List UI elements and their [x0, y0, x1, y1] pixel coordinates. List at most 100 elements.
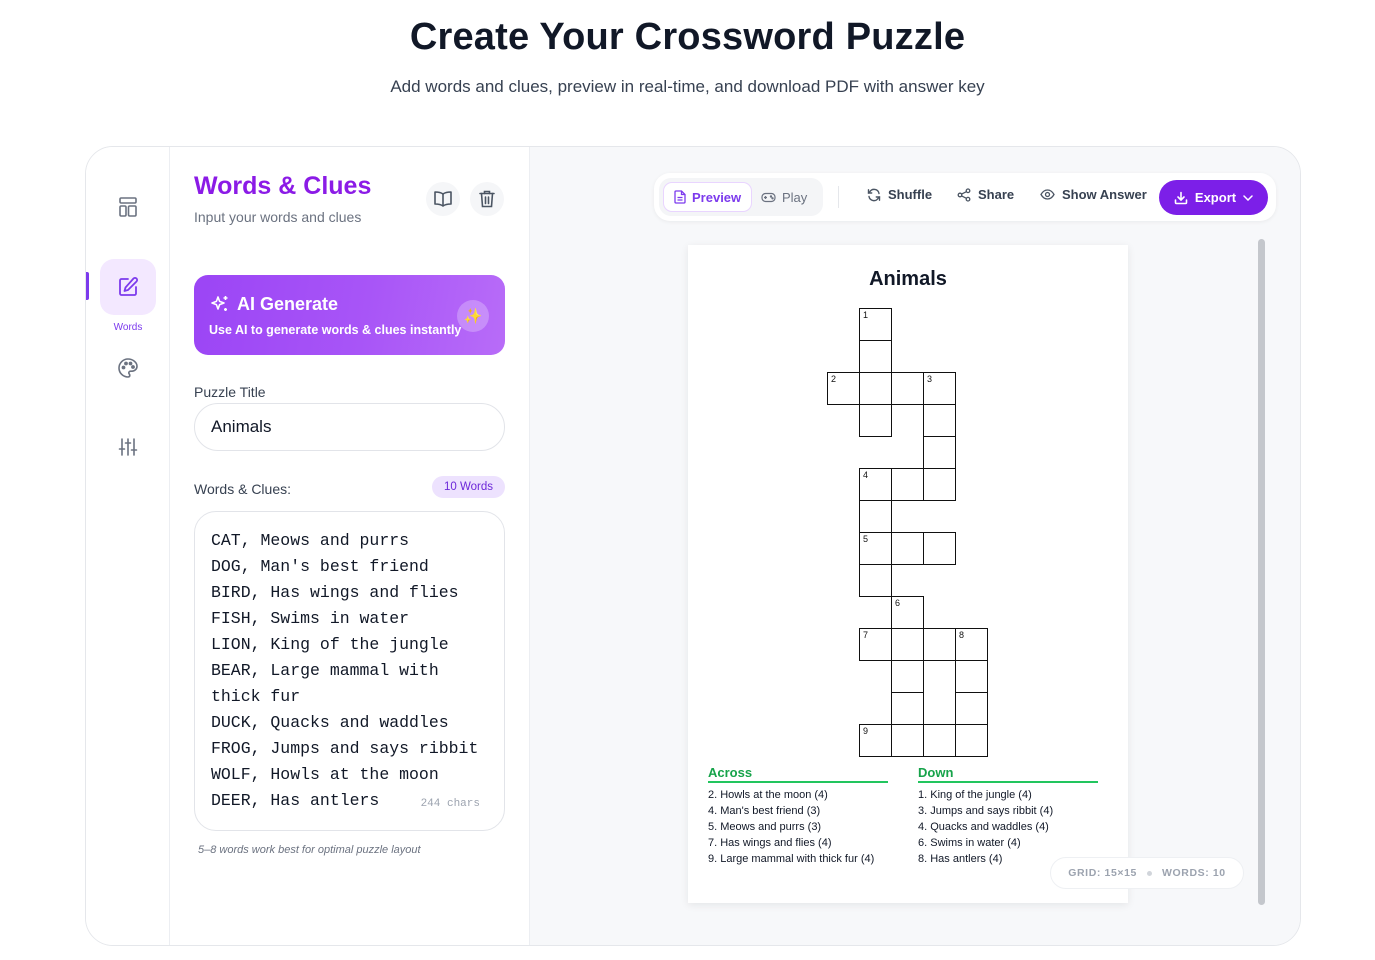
cell-number: 9: [863, 726, 869, 736]
down-clues: Down 1. King of the jungle (4) 3. Jumps a…: [918, 765, 1098, 867]
rail-settings-button[interactable]: [100, 419, 156, 475]
share-label: Share: [978, 187, 1015, 202]
shuffle-label: Shuffle: [888, 187, 933, 202]
preview-scrollbar[interactable]: [1258, 239, 1265, 905]
word-count-badge: 10 Words: [432, 476, 505, 498]
puzzle-title-input[interactable]: [194, 403, 505, 451]
sidebar-rail: Words: [86, 147, 170, 945]
grid-cell: [891, 724, 924, 757]
preview-tab[interactable]: Preview: [663, 182, 753, 212]
cell-number: 6: [895, 598, 901, 608]
play-tab[interactable]: Play: [751, 182, 817, 212]
show-answer-button[interactable]: Show Answer: [1040, 187, 1147, 202]
across-clue: 4. Man's best friend (3): [708, 805, 821, 817]
grid-cell: [923, 628, 956, 661]
view-mode-toggle: Preview Play: [659, 178, 823, 216]
down-clue: 3. Jumps and says ribbit (4): [918, 805, 1054, 817]
word-line: FROG, Jumps and says ribbit: [211, 739, 479, 758]
cell-number: 1: [863, 310, 869, 320]
cell-number: 5: [863, 534, 869, 544]
rail-layout-button[interactable]: [100, 179, 156, 235]
down-heading: Down: [918, 765, 1098, 783]
share-icon: [957, 187, 971, 202]
layout-icon: [119, 197, 137, 217]
export-button[interactable]: Export: [1159, 180, 1268, 215]
char-count: 244 chars: [420, 798, 480, 810]
download-icon: [1174, 191, 1188, 204]
words-text: CAT, Meows and purrs DOG, Man's best frie…: [211, 528, 478, 814]
grid-cell: 2: [827, 372, 860, 405]
word-line: DUCK, Quacks and waddles: [211, 713, 449, 732]
shuffle-button[interactable]: Shuffle: [867, 187, 932, 202]
word-line: WOLF, Howls at the moon: [211, 765, 439, 784]
ai-sparkle-badge: ✨: [457, 300, 489, 332]
rail-theme-button[interactable]: [100, 340, 156, 396]
refresh-icon: [867, 188, 881, 201]
rail-words-button[interactable]: [100, 259, 156, 315]
export-label: Export: [1194, 190, 1237, 205]
status-separator: [1147, 870, 1152, 876]
across-clue: 2. Howls at the moon (4): [708, 789, 828, 801]
word-line: LION, King of the jungle: [211, 635, 449, 654]
across-clue: 5. Meows and purrs (3): [708, 821, 822, 833]
cell-number: 8: [959, 630, 965, 640]
grid-cell: [891, 468, 924, 501]
grid-cell: [891, 372, 924, 405]
grid-cell: 8: [955, 628, 988, 661]
grid-cell: 3: [923, 372, 956, 405]
grid-cell: [891, 692, 924, 725]
word-bank-button[interactable]: [426, 182, 460, 216]
word-line: CAT, Meows and purrs: [211, 531, 410, 550]
cell-number: 3: [927, 374, 933, 384]
grid-cell: [891, 532, 924, 565]
grid-cell: [923, 532, 956, 565]
grid-cell: [891, 660, 924, 693]
across-clue: 9. Large mammal with thick fur (4): [708, 853, 875, 865]
grid-cell: 6: [891, 596, 924, 629]
editor-panel: Words & Clues Input your words and clues…: [170, 147, 530, 945]
grid-cell: [923, 468, 956, 501]
words-clues-label: Words & Clues:: [194, 481, 291, 497]
app-window: Words Words & Clues Input your words and…: [85, 146, 1301, 946]
word-line: DOG, Man's best friend: [211, 557, 429, 576]
ai-generate-button[interactable]: AI Generate Use AI to generate words & c…: [194, 275, 505, 355]
word-line: thick fur: [211, 687, 301, 706]
down-clue: 1. King of the jungle (4): [918, 789, 1032, 801]
grid-size: GRID: 15×15: [1068, 867, 1137, 879]
share-button[interactable]: Share: [957, 187, 1014, 202]
word-line: FISH, Swims in water: [211, 609, 410, 628]
cell-number: 7: [863, 630, 869, 640]
sliders-icon: [118, 438, 138, 456]
grid-cell: [859, 404, 892, 437]
across-clues: Across 2. Howls at the moon (4) 4. Man's …: [708, 765, 888, 867]
grid-cell: 9: [859, 724, 892, 757]
preview-pane: Preview Play Shuffle Share Show Answer E…: [530, 147, 1300, 945]
preview-tab-label: Preview: [692, 189, 742, 205]
down-clue: 6. Swims in water (4): [918, 837, 1021, 849]
trash-icon: [479, 190, 495, 208]
grid-cell: [955, 660, 988, 693]
grid-cell: [955, 692, 988, 725]
page-subtitle: Add words and clues, preview in real-tim…: [390, 77, 985, 96]
words-textarea[interactable]: CAT, Meows and purrs DOG, Man's best frie…: [194, 511, 505, 831]
grid-cell: 1: [859, 308, 892, 341]
page-title: Create Your Crossword Puzzle: [409, 16, 966, 58]
puzzle-title-label: Puzzle Title: [194, 384, 266, 400]
grid-cell: [859, 564, 892, 597]
word-total: WORDS: 10: [1162, 867, 1226, 879]
sparkles-icon: [211, 296, 228, 311]
toolbar-divider: [838, 186, 839, 208]
grid-status-pill: GRID: 15×15 WORDS: 10: [1050, 857, 1244, 889]
puzzle-title: Animals: [869, 268, 947, 290]
grid-cell: 5: [859, 532, 892, 565]
clear-button[interactable]: [470, 182, 504, 216]
gamepad-icon: [761, 192, 776, 202]
grid-cell: [859, 500, 892, 533]
puzzle-paper: Animals 1 2 3 4 5 6 7 8 9 Across 2. Howls at the…: [688, 245, 1128, 903]
grid-cell: 4: [859, 468, 892, 501]
grid-cell: [859, 372, 892, 405]
editor-subtitle: Input your words and clues: [194, 209, 362, 225]
document-icon: [674, 190, 686, 204]
word-line: BEAR, Large mammal with: [211, 661, 439, 680]
cell-number: 4: [863, 470, 869, 480]
